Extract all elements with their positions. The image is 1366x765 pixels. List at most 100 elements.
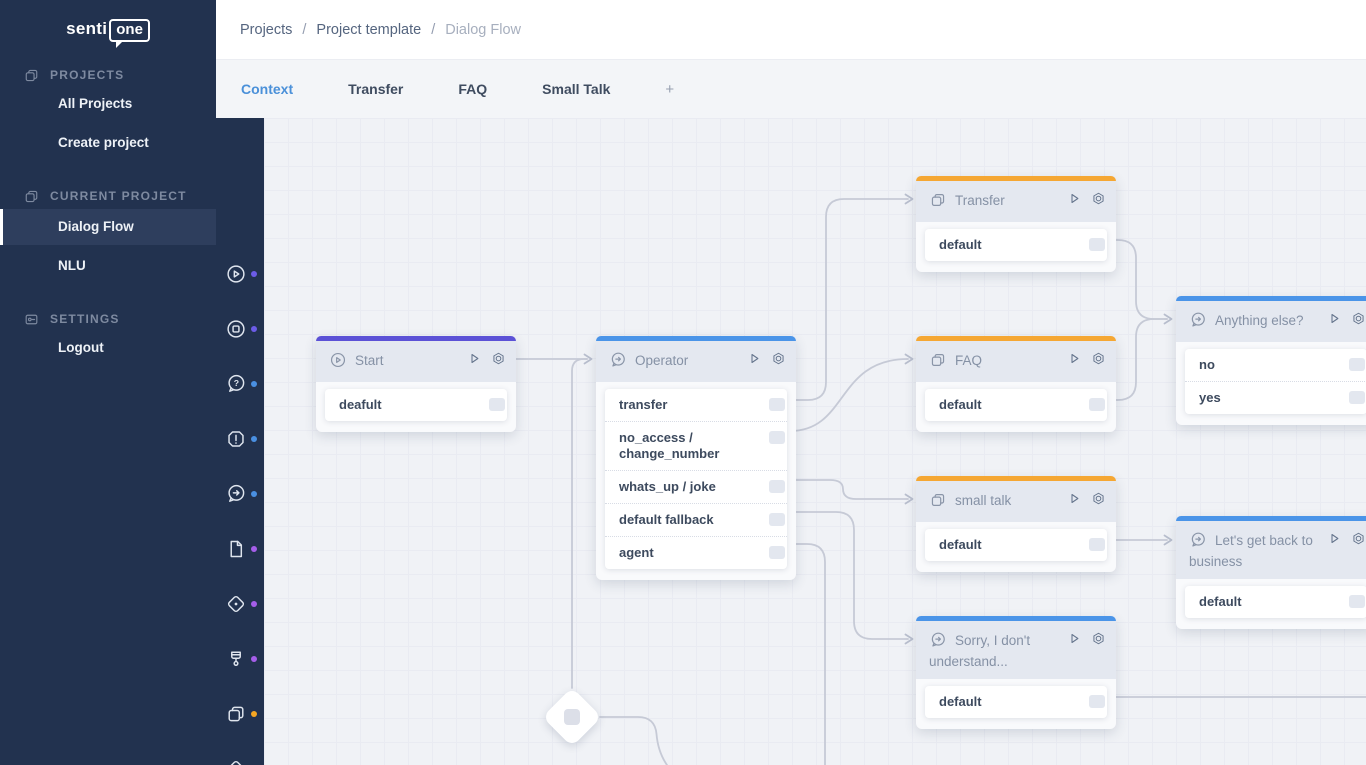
node-output-item[interactable]: whats_up / joke [605,470,787,503]
node-header[interactable]: Sorry, I don't understand... [916,621,1116,679]
warning-octagon-icon [225,428,247,450]
flow-node-anything-else[interactable]: Anything else? no yes [1176,296,1366,425]
node-item-label: whats_up / joke [619,479,716,494]
run-node-icon[interactable] [1067,491,1082,506]
flow-node-start[interactable]: Start deafult [316,336,516,432]
tool-color-dot [251,711,257,717]
tab-transfer[interactable]: Transfer [348,81,403,97]
node-output-item[interactable]: no_access / change_number [605,421,787,470]
paint-brush-icon [225,648,247,670]
sidebar-item-dialog-flow[interactable]: Dialog Flow [0,209,216,245]
sentione-logo: sentione [0,19,216,42]
flow-node-operator[interactable]: Operator transfer no_access / change_num… [596,336,796,580]
sidebar-item-nlu[interactable]: NLU [0,248,216,284]
decision-dot-icon [225,593,247,615]
node-settings-icon[interactable] [1091,631,1106,646]
palette-tool-document[interactable] [216,538,264,560]
output-port[interactable] [489,398,505,411]
section-label: PROJECTS [50,68,124,82]
node-output-item[interactable]: default [925,529,1107,561]
output-port[interactable] [1089,695,1105,708]
node-header[interactable]: Anything else? [1176,301,1366,342]
palette-tool-decision[interactable] [216,593,264,615]
node-settings-icon[interactable] [771,351,786,366]
node-output-item[interactable]: transfer [605,389,787,421]
output-port[interactable] [1349,358,1365,371]
node-settings-icon[interactable] [1091,491,1106,506]
run-node-icon[interactable] [747,351,762,366]
node-header[interactable]: Let's get back to business [1176,521,1366,579]
flow-node-small-talk[interactable]: small talk default [916,476,1116,572]
flow-node-transfer[interactable]: Transfer default [916,176,1116,272]
palette-tool-subflow[interactable] [216,703,264,725]
node-settings-icon[interactable] [491,351,506,366]
node-output-item[interactable]: default [925,389,1107,421]
output-port[interactable] [769,431,785,444]
tab-faq[interactable]: FAQ [458,81,487,97]
node-output-item[interactable]: default [925,229,1107,261]
palette-tool-stop[interactable] [216,318,264,340]
node-output-item[interactable]: yes [1185,381,1366,414]
node-header[interactable]: Transfer [916,181,1116,222]
edge-whatsup-smalltalk [790,480,908,499]
node-settings-icon[interactable] [1351,311,1366,326]
run-node-icon[interactable] [1327,311,1342,326]
copy-blocks-icon [225,703,247,725]
sidebar-item-create-project[interactable]: Create project [0,125,216,161]
output-port[interactable] [769,398,785,411]
output-port[interactable] [1089,238,1105,251]
edge-junction-down [600,717,667,765]
output-port[interactable] [769,513,785,526]
palette-tool-start[interactable] [216,263,264,285]
node-output-item[interactable]: default fallback [605,503,787,536]
tab-small-talk[interactable]: Small Talk [542,81,610,97]
node-settings-icon[interactable] [1351,531,1366,546]
palette-tool-warning[interactable] [216,428,264,450]
sidebar-item-logout[interactable]: Logout [0,330,216,366]
node-body: transfer no_access / change_number whats… [596,382,796,580]
section-label: CURRENT PROJECT [50,189,187,203]
output-port[interactable] [1089,398,1105,411]
node-settings-icon[interactable] [1091,191,1106,206]
output-port[interactable] [769,480,785,493]
node-settings-icon[interactable] [1091,351,1106,366]
palette-tool-question[interactable]: ? [216,373,264,395]
question-bubble-icon: ? [225,373,247,395]
flow-node-sorry[interactable]: Sorry, I don't understand... default [916,616,1116,729]
palette-tool-goto[interactable] [216,758,264,765]
run-node-icon[interactable] [1067,631,1082,646]
node-header[interactable]: small talk [916,481,1116,522]
output-port[interactable] [769,546,785,559]
tool-color-dot [251,381,257,387]
node-header[interactable]: Operator [596,341,796,382]
add-tab-button[interactable]: + [665,81,674,98]
breadcrumb-project-template[interactable]: Project template [316,22,421,38]
tool-color-dot [251,271,257,277]
run-node-icon[interactable] [1067,351,1082,366]
flow-node-lets-get-back[interactable]: Let's get back to business default [1176,516,1366,629]
node-header[interactable]: FAQ [916,341,1116,382]
sidebar-item-all-projects[interactable]: All Projects [0,86,216,122]
logo-bubble-tail [116,40,124,48]
run-node-icon[interactable] [467,351,482,366]
tab-context[interactable]: Context [241,81,293,97]
output-port[interactable] [1349,595,1365,608]
node-item-label: default [939,694,982,709]
output-port[interactable] [1089,538,1105,551]
node-output-item[interactable]: default [925,686,1107,718]
run-node-icon[interactable] [1327,531,1342,546]
breadcrumb-projects[interactable]: Projects [240,22,292,38]
node-output-item[interactable]: deafult [325,389,507,421]
run-node-icon[interactable] [1067,191,1082,206]
chat-redirect-icon [1189,531,1207,553]
palette-tool-brush[interactable] [216,648,264,670]
output-port[interactable] [1349,391,1365,404]
node-output-item[interactable]: agent [605,536,787,569]
node-output-item[interactable]: default [1185,586,1366,618]
node-header[interactable]: Start [316,341,516,382]
node-output-item[interactable]: no [1185,349,1366,381]
flow-canvas[interactable]: Start deafult Operator transfer no_acces… [264,118,1366,765]
flow-node-faq[interactable]: FAQ default [916,336,1116,432]
palette-tool-say[interactable] [216,483,264,505]
sidebar-section-settings: SETTINGS [23,309,120,329]
